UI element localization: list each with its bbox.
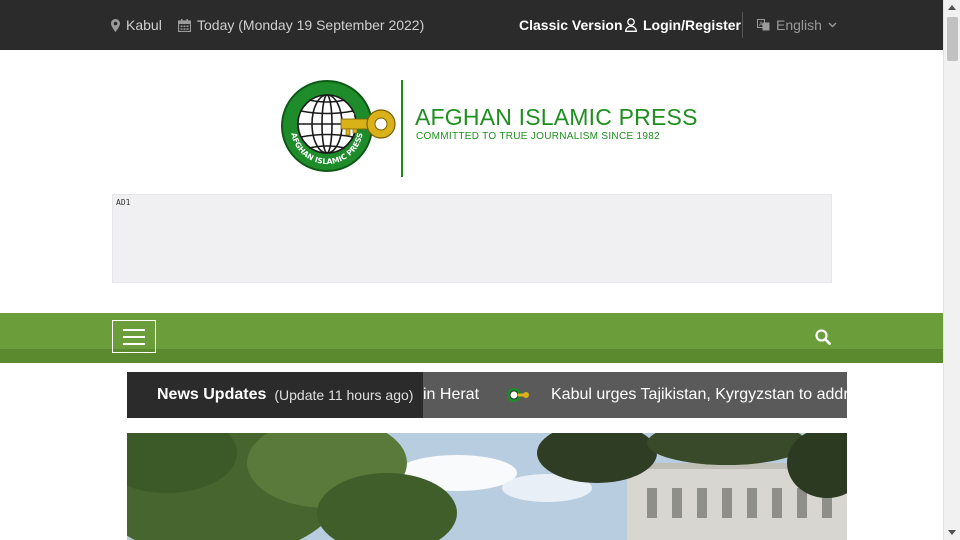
login-register-label: Login/Register (643, 17, 742, 33)
hamburger-icon-line (123, 335, 145, 338)
location: Kabul (111, 0, 162, 50)
ticker-update-note: (Update 11 hours ago) (274, 387, 414, 403)
classic-version-label: Classic Version (519, 17, 623, 33)
language-selector[interactable]: A English (757, 0, 837, 50)
scroll-up-arrow-icon[interactable] (948, 5, 956, 10)
ticker-item[interactable]: in Herat (423, 372, 479, 418)
language-icon: A (757, 19, 770, 31)
classic-version-link[interactable]: Classic Version (519, 0, 623, 50)
main-nav-bar (0, 313, 943, 363)
featured-photo-illustration (127, 433, 847, 540)
chevron-down-icon (828, 22, 837, 28)
featured-news-image[interactable] (127, 433, 847, 540)
aip-emblem-bullet-icon (506, 386, 530, 404)
scrollbar-thumb[interactable] (947, 17, 958, 61)
page-scrollbar[interactable] (943, 0, 960, 540)
top-bar: Kabul Today (Monday 19 September 2022) C… (0, 0, 943, 50)
menu-toggle-button[interactable] (112, 320, 156, 353)
topbar-divider (742, 12, 743, 38)
location-text: Kabul (126, 17, 162, 33)
hamburger-icon-line (123, 328, 145, 331)
site-logo[interactable]: AFGHAN ISLAMIC PRESS AIP AFGHAN ISLAMIC … (279, 80, 697, 177)
ad-label: AD1 (116, 198, 131, 207)
globe-key-emblem-icon: AFGHAN ISLAMIC PRESS AIP (281, 80, 396, 172)
logo-divider (401, 80, 403, 177)
news-ticker: in Herat Kabul urges Tajikistan, Kyrgyzs… (127, 372, 847, 418)
hamburger-icon-line (123, 342, 145, 345)
ad-banner[interactable]: AD1 (112, 194, 832, 283)
site-tagline: COMMITTED TO TRUE JOURNALISM SINCE 1982 (416, 131, 660, 142)
ticker-title: News Updates (157, 386, 267, 403)
ticker-item[interactable]: Kabul urges Tajikistan, Kyrgyzstan to ad… (551, 372, 847, 418)
user-icon (625, 18, 637, 32)
login-register-link[interactable]: Login/Register (625, 0, 741, 50)
site-name: AFGHAN ISLAMIC PRESS (415, 104, 698, 130)
language-label: English (776, 17, 822, 33)
date-text: Today (Monday 19 September 2022) (197, 17, 425, 33)
scroll-down-arrow-icon[interactable] (948, 530, 956, 535)
key-text: AIP (345, 113, 355, 119)
ticker-header: News Updates (Update 11 hours ago) (127, 372, 423, 418)
current-date: Today (Monday 19 September 2022) (178, 0, 424, 50)
calendar-icon (178, 18, 191, 32)
map-marker-icon (111, 18, 120, 32)
search-icon[interactable] (815, 329, 831, 345)
